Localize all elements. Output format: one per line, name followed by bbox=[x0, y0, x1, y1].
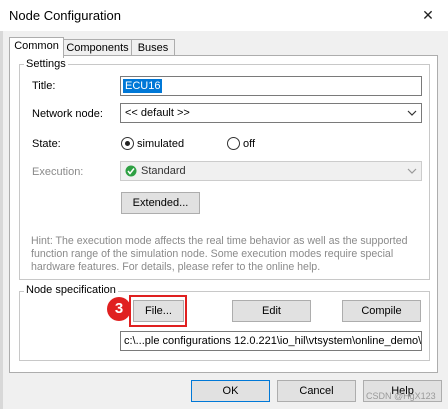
file-button-highlight bbox=[129, 295, 187, 327]
cancel-button[interactable]: Cancel bbox=[277, 380, 356, 402]
tab-common[interactable]: Common bbox=[9, 37, 64, 58]
network-node-select[interactable]: << default >> bbox=[120, 103, 422, 123]
state-simulated-label[interactable]: simulated bbox=[137, 138, 184, 150]
network-node-value: << default >> bbox=[125, 107, 190, 119]
window-title: Node Configuration bbox=[9, 8, 122, 23]
close-icon[interactable]: ✕ bbox=[408, 0, 448, 31]
state-simulated-radio[interactable] bbox=[121, 137, 134, 150]
extended-button[interactable]: Extended... bbox=[121, 192, 200, 214]
watermark: CSDN @HgX123 bbox=[366, 391, 436, 401]
radio-selected-dot bbox=[125, 141, 130, 146]
node-path-value: c:\...ple configurations 12.0.221\io_hil… bbox=[124, 335, 422, 347]
execution-select: Standard bbox=[120, 161, 422, 181]
window-left-edge bbox=[0, 31, 3, 409]
execution-hint: Hint: The execution mode affects the rea… bbox=[31, 235, 408, 273]
edit-button[interactable]: Edit bbox=[232, 300, 311, 322]
execution-value: Standard bbox=[141, 165, 186, 177]
chevron-down-icon bbox=[406, 162, 418, 180]
state-label: State: bbox=[32, 138, 61, 150]
settings-legend: Settings bbox=[24, 58, 68, 70]
chevron-down-icon bbox=[406, 104, 418, 122]
check-circle-icon bbox=[125, 165, 137, 180]
title-input[interactable]: ECU16 bbox=[120, 76, 422, 96]
title-input-value: ECU16 bbox=[123, 79, 163, 93]
network-node-label: Network node: bbox=[32, 108, 103, 120]
compile-button[interactable]: Compile bbox=[342, 300, 421, 322]
node-spec-legend: Node specification bbox=[24, 284, 118, 296]
title-label: Title: bbox=[32, 80, 56, 92]
execution-label: Execution: bbox=[32, 166, 84, 178]
node-path-field[interactable]: c:\...ple configurations 12.0.221\io_hil… bbox=[120, 331, 422, 351]
ok-button[interactable]: OK bbox=[191, 380, 270, 402]
step-badge: 3 bbox=[107, 297, 131, 321]
state-off-radio[interactable] bbox=[227, 137, 240, 150]
state-off-label[interactable]: off bbox=[243, 138, 255, 150]
